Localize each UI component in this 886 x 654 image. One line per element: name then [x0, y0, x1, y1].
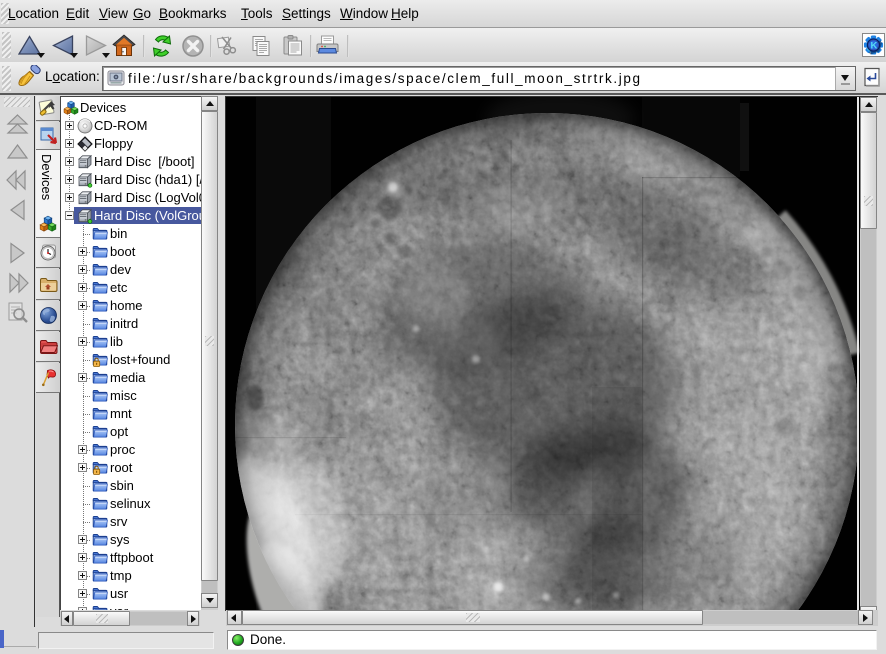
svg-text:K: K: [870, 40, 877, 51]
